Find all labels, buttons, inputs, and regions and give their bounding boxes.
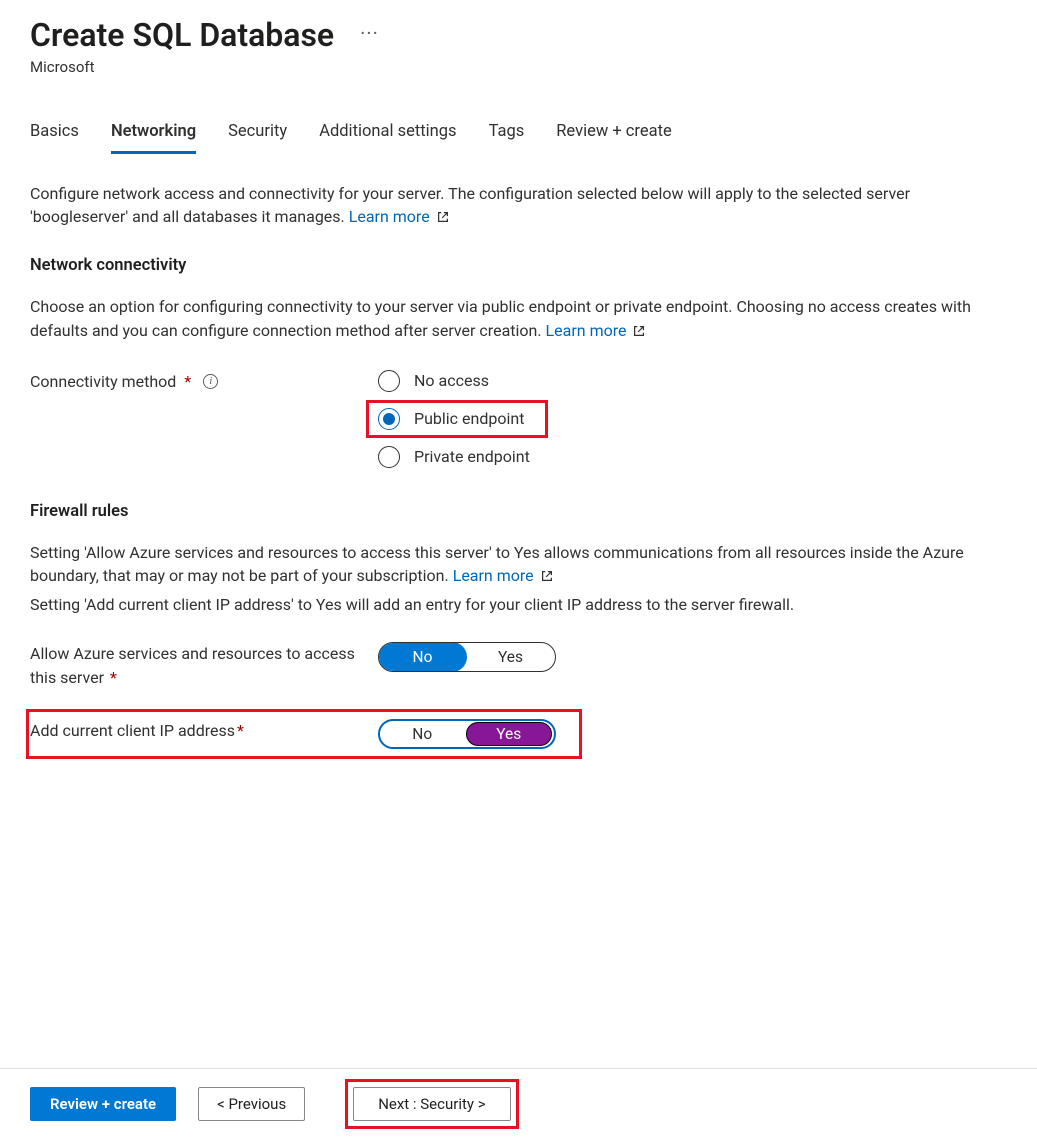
tab-review-create[interactable]: Review + create [556,116,671,153]
firewall-desc-1: Setting 'Allow Azure services and resour… [30,541,1007,589]
intro-learn-more-link[interactable]: Learn more [349,207,430,226]
radio-no-access-label: No access [414,371,489,390]
connectivity-method-label: Connectivity method [30,372,176,391]
external-link-icon [632,321,646,344]
tab-networking[interactable]: Networking [111,116,196,154]
radio-private-endpoint-label: Private endpoint [414,447,530,466]
tab-security[interactable]: Security [228,116,287,153]
external-link-icon [540,566,554,589]
external-link-icon [436,207,450,230]
required-indicator: * [237,719,244,742]
radio-public-endpoint[interactable]: Public endpoint [378,404,530,434]
tab-additional-settings[interactable]: Additional settings [319,116,456,153]
more-icon[interactable]: ··· [360,23,379,43]
connectivity-desc-body: Choose an option for configuring connect… [30,297,971,339]
allow-azure-services-label: Allow Azure services and resources to ac… [30,644,355,686]
tab-basics[interactable]: Basics [30,116,79,153]
network-connectivity-desc: Choose an option for configuring connect… [30,295,1007,343]
required-indicator: * [110,668,117,687]
required-indicator: * [184,372,191,391]
intro-text: Configure network access and connectivit… [30,182,1007,230]
radio-private-endpoint[interactable]: Private endpoint [378,446,530,468]
tab-tags[interactable]: Tags [489,116,525,153]
info-icon[interactable]: i [203,374,218,389]
add-client-ip-label: Add current client IP address [30,719,235,742]
radio-icon [378,446,400,468]
firewall-desc-2: Setting 'Add current client IP address' … [30,593,1007,616]
connectivity-learn-more-link[interactable]: Learn more [546,321,627,340]
add-client-ip-toggle[interactable]: No Yes [378,719,556,749]
radio-icon [378,408,400,430]
network-connectivity-heading: Network connectivity [30,256,1007,275]
firewall-learn-more-link[interactable]: Learn more [453,566,534,585]
intro-text-body: Configure network access and connectivit… [30,184,910,226]
page-title: Create SQL Database [30,16,334,54]
page-subtitle: Microsoft [30,58,1007,76]
next-security-button[interactable]: Next : Security > [353,1087,510,1121]
allow-azure-services-toggle[interactable]: No Yes [378,642,556,672]
review-create-button[interactable]: Review + create [30,1087,176,1121]
toggle-no[interactable]: No [378,642,467,672]
toggle-yes[interactable]: Yes [466,643,555,671]
footer-bar: Review + create < Previous Next : Securi… [0,1068,1037,1137]
previous-button[interactable]: < Previous [198,1087,305,1121]
radio-icon [378,370,400,392]
toggle-yes[interactable]: Yes [466,722,553,746]
firewall-rules-heading: Firewall rules [30,502,1007,521]
tab-bar: Basics Networking Security Additional se… [30,116,1007,154]
toggle-no[interactable]: No [380,721,465,747]
radio-no-access[interactable]: No access [378,370,530,392]
radio-public-endpoint-label: Public endpoint [414,409,524,428]
